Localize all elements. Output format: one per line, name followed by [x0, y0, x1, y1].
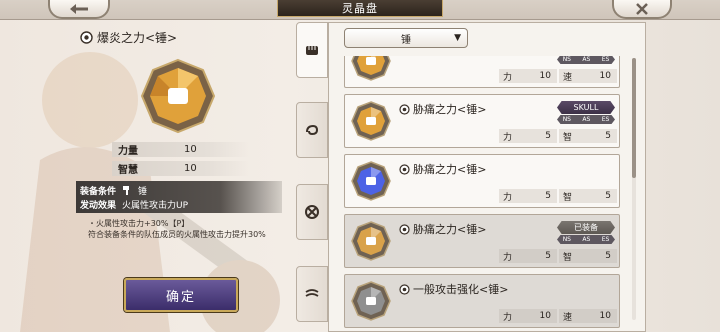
gem-stat: 速 10: [559, 69, 617, 83]
gem-stat: 智5: [559, 249, 617, 263]
equip-condition-value: 锤: [138, 186, 148, 197]
gem-icon: [351, 221, 391, 261]
stat-row-power: 力量 10: [112, 142, 250, 157]
ns-as-es-badge: NS AS ES: [557, 235, 615, 244]
stat-row-wisdom: 智慧 10: [112, 161, 250, 176]
gem-name: 胁痛之力<锤>: [413, 223, 487, 236]
gem-card[interactable]: 力 10 速 10 NS AS ES: [344, 56, 620, 88]
gem-slot-icon: [80, 31, 93, 44]
page-title: 灵晶盘: [277, 0, 443, 17]
hammer-icon: [123, 186, 130, 195]
gem-detail-name: 爆炎之力<锤>: [97, 31, 178, 45]
gem-stat: 力5: [499, 189, 557, 203]
scrollbar[interactable]: [632, 58, 636, 320]
gem-name: 胁痛之力<锤>: [413, 163, 487, 176]
selected-gem-icon: [140, 58, 216, 134]
gem-name-row: 胁痛之力<锤>: [399, 221, 486, 237]
equip-condition-label: 装备条件: [80, 186, 117, 197]
gem-list[interactable]: 力 10 速 10 NS AS ES 胁痛之力<锤> 力 5 智 5 SKULL NS AS ES 胁痛之力<锤…: [340, 56, 632, 332]
gem-name: 一般攻击强化<锤>: [413, 283, 509, 296]
gem-slot-icon: [399, 163, 410, 175]
gem-icon: [351, 161, 391, 201]
filter-value: 锤: [401, 34, 411, 46]
gem-card[interactable]: 胁痛之力<锤> 力 5 智 5 已装备 NS AS ES: [344, 214, 620, 268]
gem-stat: 力 10: [499, 69, 557, 83]
gem-detail-title: 爆炎之力<锤>: [80, 29, 177, 46]
tab-wind[interactable]: [296, 266, 328, 322]
cross-icon: [305, 205, 319, 219]
scrollbar-thumb[interactable]: [632, 58, 636, 178]
effect-label: 发动效果: [80, 200, 117, 211]
gem-slot-icon: [399, 283, 410, 295]
gem-card[interactable]: 胁痛之力<锤>力5智5NSASES: [344, 154, 620, 208]
stat-name: 力量: [118, 146, 138, 157]
gem-slot-icon: [399, 103, 410, 115]
gem-name-row: 胁痛之力<锤>: [399, 161, 486, 177]
gem-stat: 智5: [559, 129, 617, 143]
stat-value: 10: [184, 144, 197, 155]
gem-stat: 速 10: [559, 309, 617, 323]
equip-info-box: 装备条件 锤 发动效果 火属性攻击力UP: [76, 181, 282, 213]
gem-name: 胁痛之力<锤>: [413, 103, 487, 116]
gem-icon: [351, 101, 391, 141]
effect-row: 发动效果 火属性攻击力UP: [80, 197, 278, 211]
back-button[interactable]: [48, 0, 110, 19]
swirl-icon: [306, 124, 319, 136]
gem-name-row: 一般攻击强化<锤>: [399, 281, 508, 297]
stat-value: 10: [184, 163, 197, 174]
desc-line: 符合装备条件的队伍成员的火属性攻击力提升30%: [88, 230, 266, 239]
gem-description: ・火属性攻击力+30%【P】 符合装备条件的队伍成员的火属性攻击力提升30%: [88, 218, 288, 240]
fist-icon: [306, 46, 318, 55]
close-button[interactable]: [612, 0, 672, 19]
gem-stat: 智5: [559, 189, 617, 203]
ns-as-es-badge: NS AS ES: [557, 56, 615, 64]
weapon-filter-dropdown[interactable]: 锤 ▼: [344, 28, 468, 48]
equip-condition-row: 装备条件 锤: [80, 183, 278, 197]
gem-icon: [351, 56, 391, 81]
stat-name: 智慧: [118, 165, 138, 176]
gem-card[interactable]: 胁痛之力<锤> 力 5 智 5 SKULL NS AS ES: [344, 94, 620, 148]
effect-value: 火属性攻击力UP: [122, 200, 189, 211]
gem-stat: 力5: [499, 249, 557, 263]
status-badge: 已装备: [557, 221, 615, 234]
tab-swirl[interactable]: [296, 102, 328, 158]
gem-stat: 力5: [499, 129, 557, 143]
status-badge: SKULL: [557, 101, 615, 114]
gem-name-row: 胁痛之力<锤>: [399, 101, 486, 117]
confirm-button[interactable]: 确定: [124, 278, 238, 312]
arrow-left-icon: [70, 3, 88, 14]
category-tabs: [296, 22, 328, 332]
close-icon: [636, 2, 648, 15]
gem-icon: [351, 281, 391, 321]
tab-fist[interactable]: [296, 22, 328, 78]
gem-slot-icon: [399, 223, 410, 235]
ns-as-es-badge: NS AS ES: [557, 115, 615, 124]
tab-cross[interactable]: [296, 184, 328, 240]
gem-card[interactable]: 一般攻击强化<锤>力10速10NSASES: [344, 274, 620, 328]
gem-stat: 力 10: [499, 309, 557, 323]
desc-line: ・火属性攻击力+30%【P】: [88, 219, 190, 228]
chevron-down-icon: ▼: [454, 33, 461, 43]
wind-icon: [305, 289, 319, 297]
